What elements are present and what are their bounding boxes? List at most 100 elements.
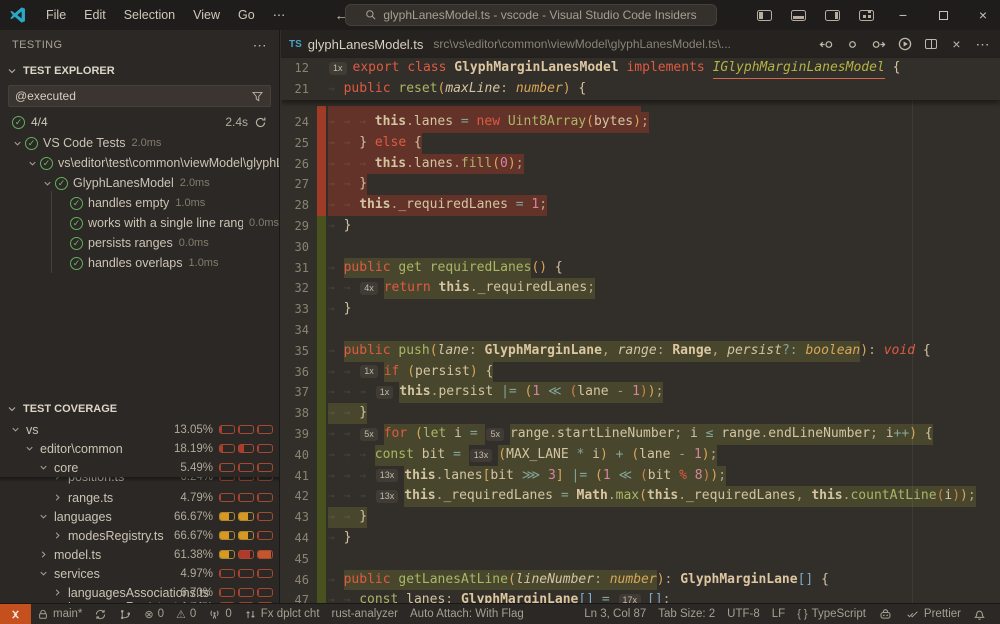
code-line[interactable]: 36→→1xif (persist) { bbox=[281, 362, 986, 383]
status-antenna[interactable]: 0 bbox=[202, 604, 237, 624]
code-line[interactable]: 46→public getLanesAtLine(lineNumber: num… bbox=[281, 570, 986, 591]
toggle-panel-button[interactable] bbox=[784, 2, 812, 28]
code-line[interactable]: 31→public get requiredLanes() { bbox=[281, 258, 986, 279]
filter-icon[interactable] bbox=[251, 90, 264, 103]
code-line[interactable]: 40→→→const bit = 13x(MAX_LANE * i) + (la… bbox=[281, 445, 986, 466]
status-utf-8[interactable]: UTF-8 bbox=[721, 604, 766, 624]
test-coverage-section-header[interactable]: TEST COVERAGE bbox=[0, 398, 279, 420]
run-with-coverage-button[interactable] bbox=[895, 34, 914, 54]
code-line[interactable]: 30 bbox=[281, 237, 986, 258]
status-graph[interactable] bbox=[113, 604, 138, 624]
status-braces[interactable]: { }TypeScript bbox=[791, 604, 872, 624]
current-change-button[interactable] bbox=[843, 34, 862, 54]
more-actions-button[interactable]: ⋯ bbox=[973, 34, 992, 54]
status-copilot[interactable] bbox=[872, 604, 899, 624]
editor-body[interactable]: →→ 24→→→this.lanes = new Uint8Array(byte… bbox=[281, 58, 1000, 603]
code-line[interactable]: 34 bbox=[281, 320, 986, 341]
status-ln-3-col-87[interactable]: Ln 3, Col 87 bbox=[578, 604, 652, 624]
coverage-row[interactable]: editor\common18.19% bbox=[0, 439, 279, 458]
status-bell[interactable] bbox=[967, 604, 992, 624]
code-line[interactable]: 39→→5xfor (let i = 5xrange.startLineNumb… bbox=[281, 424, 986, 445]
code-area[interactable]: →→ 24→→→this.lanes = new Uint8Array(byte… bbox=[281, 106, 986, 603]
status-dblcheck[interactable]: Prettier bbox=[899, 604, 967, 624]
code-line[interactable]: 47→→const lanes: GlyphMarginLane[] = 17x… bbox=[281, 590, 986, 603]
panel-more-actions-button[interactable]: ⋯ bbox=[253, 37, 267, 54]
coverage-row[interactable]: modesRegistry.ts66.67% bbox=[0, 526, 279, 545]
status-sync[interactable] bbox=[88, 604, 113, 624]
status-tab-size-2[interactable]: Tab Size: 2 bbox=[652, 604, 721, 624]
sticky-scroll[interactable]: 121xexport class GlyphMarginLanesModel i… bbox=[281, 58, 1000, 100]
whitespace-tab: → bbox=[344, 133, 360, 154]
menu-view[interactable]: View bbox=[184, 4, 229, 26]
code-line[interactable]: 24→→→this.lanes = new Uint8Array(bytes); bbox=[281, 112, 986, 133]
test-tree-item[interactable]: ✓vs\editor\test\common\viewModel\glyphLa… bbox=[0, 153, 279, 173]
coverage-row[interactable]: position.ts6.24% bbox=[0, 477, 279, 488]
coverage-row[interactable]: services4.97% bbox=[0, 564, 279, 583]
code-line[interactable]: 44→} bbox=[281, 528, 986, 549]
toggle-secondary-sidebar-button[interactable] bbox=[818, 2, 846, 28]
menu-go[interactable]: Go bbox=[229, 4, 264, 26]
code-line[interactable]: 29→} bbox=[281, 216, 986, 237]
code-line[interactable]: 26→→→this.lanes.fill(0); bbox=[281, 154, 986, 175]
test-tree-item[interactable]: ✓persists ranges0.0ms bbox=[0, 233, 279, 253]
test-tree-item[interactable]: ✓handles overlaps1.0ms bbox=[0, 253, 279, 273]
coverage-row[interactable]: vs13.05% bbox=[0, 420, 279, 439]
code-token: , bbox=[712, 341, 728, 362]
test-filter-box[interactable] bbox=[8, 85, 271, 107]
menu-edit[interactable]: Edit bbox=[75, 4, 115, 26]
test-tree-item[interactable]: ✓handles empty1.0ms bbox=[0, 193, 279, 213]
coverage-row[interactable]: core5.49% bbox=[0, 458, 279, 477]
status-error[interactable]: ⊗0 bbox=[138, 604, 170, 624]
coverage-row[interactable]: range.ts4.79% bbox=[0, 488, 279, 507]
status-warning[interactable]: ⚠0 bbox=[170, 604, 202, 624]
code-line[interactable]: 27→→} bbox=[281, 174, 986, 195]
minimize-button[interactable]: − bbox=[886, 0, 920, 30]
menu-selection[interactable]: Selection bbox=[115, 4, 184, 26]
test-tree-item[interactable]: ✓works with a single line range0.0ms bbox=[0, 213, 279, 233]
code-line[interactable]: 37→→→1xthis.persist |= (1 ≪ (lane - 1)); bbox=[281, 382, 986, 403]
code-line[interactable]: 32→→4xreturn this._requiredLanes; bbox=[281, 278, 986, 299]
status-rust-analyzer[interactable]: rust-analyzer bbox=[326, 604, 404, 624]
code-line[interactable]: 42→→→13xthis._requiredLanes = Math.max(t… bbox=[281, 486, 986, 507]
toggle-primary-sidebar-button[interactable] bbox=[750, 2, 778, 28]
status-auto-attach-with-flag[interactable]: Auto Attach: With Flag bbox=[404, 604, 530, 624]
test-explorer-section-header[interactable]: TEST EXPLORER bbox=[0, 60, 279, 82]
customize-layout-button[interactable] bbox=[852, 2, 880, 28]
previous-change-button[interactable] bbox=[817, 34, 836, 54]
code-token: bit bbox=[490, 466, 521, 487]
code-content: →→→this.lanes = new Uint8Array(bytes); bbox=[328, 112, 649, 133]
status-repo[interactable]: main* bbox=[31, 604, 88, 624]
maximize-icon bbox=[939, 11, 948, 20]
command-center[interactable]: glyphLanesModel.ts - vscode - Visual Stu… bbox=[345, 4, 717, 26]
menu-file[interactable]: File bbox=[37, 4, 75, 26]
code-token: 1 bbox=[632, 382, 640, 403]
status-lf[interactable]: LF bbox=[766, 604, 791, 624]
code-line[interactable]: 45 bbox=[281, 549, 986, 570]
code-line[interactable]: 38→→} bbox=[281, 403, 986, 424]
code-line[interactable]: 121xexport class GlyphMarginLanesModel i… bbox=[281, 58, 1000, 79]
code-line[interactable]: 21→public reset(maxLine: number) { bbox=[281, 79, 1000, 100]
split-editor-button[interactable] bbox=[921, 34, 940, 54]
test-tree-item[interactable]: ✓VS Code Tests2.0ms bbox=[0, 133, 279, 153]
test-tree-item[interactable]: ✓GlyphLanesModel2.0ms bbox=[0, 173, 279, 193]
code-line[interactable]: 25→→} else { bbox=[281, 133, 986, 154]
editor-tab-filename[interactable]: glyphLanesModel.ts bbox=[308, 37, 424, 52]
maximize-button[interactable] bbox=[926, 0, 960, 30]
menu-more[interactable]: ⋯ bbox=[264, 4, 295, 26]
code-line[interactable]: 35→public push(lane: GlyphMarginLane, ra… bbox=[281, 341, 986, 362]
test-filter-input[interactable] bbox=[15, 89, 251, 103]
coverage-row[interactable]: model.ts61.38% bbox=[0, 545, 279, 564]
coverage-row[interactable]: languagesAssociations.ts6.70% bbox=[0, 583, 279, 602]
close-window-button[interactable]: × bbox=[966, 0, 1000, 30]
code-token: persist bbox=[438, 382, 501, 403]
status-remote[interactable] bbox=[0, 604, 31, 624]
close-editor-button[interactable]: × bbox=[947, 34, 966, 54]
code-line[interactable]: 43→→} bbox=[281, 507, 986, 528]
next-change-button[interactable] bbox=[869, 34, 888, 54]
refresh-tests-icon[interactable] bbox=[254, 116, 267, 129]
coverage-row[interactable]: languages66.67% bbox=[0, 507, 279, 526]
code-line[interactable]: 28→→this._requiredLanes = 1; bbox=[281, 195, 986, 216]
code-line[interactable]: 41→→→13xthis.lanes[bit ⋙ 3] |= (1 ≪ (bit… bbox=[281, 466, 986, 487]
status-updown[interactable]: Fx dplct cht bbox=[238, 604, 326, 624]
code-line[interactable]: 33→} bbox=[281, 299, 986, 320]
